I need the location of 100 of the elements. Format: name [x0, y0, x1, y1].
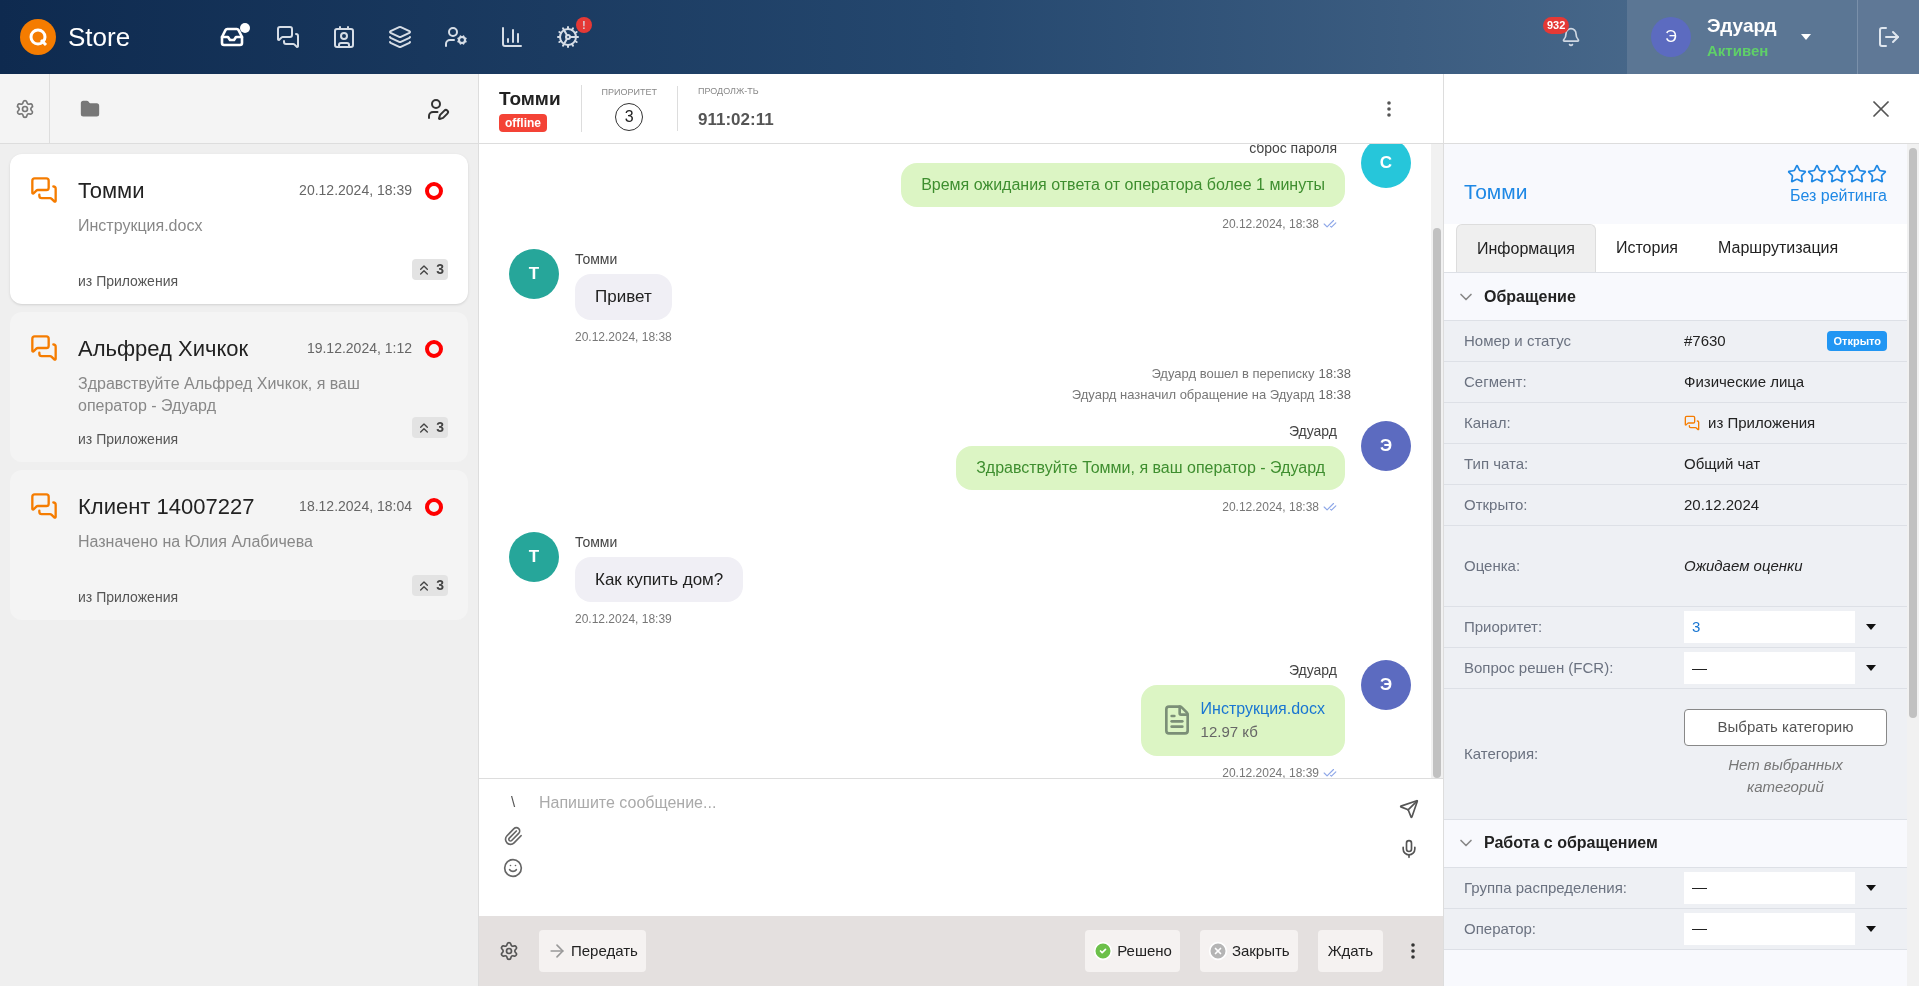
- user-menu[interactable]: Э Эдуард Активен: [1627, 0, 1857, 74]
- sender-avatar: С: [1361, 144, 1411, 188]
- microphone-icon[interactable]: [1399, 839, 1419, 859]
- rating-star[interactable]: [1847, 164, 1867, 184]
- chat-channel: из Приложения: [78, 272, 179, 291]
- duration-value: 911:02:11: [698, 108, 774, 131]
- rating-star[interactable]: [1807, 164, 1827, 184]
- chat-time: 18.12.2024, 18:04: [299, 497, 412, 516]
- dropdown-caret-icon: [1866, 884, 1876, 891]
- inbox-icon: [220, 25, 244, 49]
- folder-icon: [80, 98, 100, 119]
- resolved-button[interactable]: Решено: [1085, 930, 1180, 972]
- field-label: Группа распределения:: [1464, 878, 1627, 896]
- chat-bubbles-icon: [30, 492, 58, 520]
- bell-icon: [1561, 27, 1581, 47]
- field-value: Физические лица: [1684, 371, 1805, 392]
- message-time: 20.12.2024, 18:39: [575, 611, 672, 628]
- chat-time: 19.12.2024, 1:12: [306, 339, 412, 358]
- attach-icon[interactable]: [503, 825, 523, 846]
- field-label: Оценка:: [1464, 557, 1521, 574]
- chat-name: Клиент 14007227: [78, 493, 256, 521]
- priority-badge: 3: [412, 575, 448, 596]
- file-link[interactable]: Инструкция.docx: [1200, 697, 1325, 721]
- sender-avatar: Т: [509, 249, 559, 299]
- rating-star[interactable]: [1787, 164, 1807, 184]
- chat-name: Томми: [78, 177, 146, 205]
- rating-star[interactable]: [1827, 164, 1847, 184]
- message-bubble: Здравствуйте Томми, я ваш оператор - Эдуард: [956, 445, 1345, 490]
- status-ring-icon: [424, 496, 444, 517]
- sender-name: Томми: [575, 250, 618, 269]
- field-label: Открыто:: [1464, 496, 1528, 513]
- tab[interactable]: Маршрутизация: [1698, 224, 1859, 272]
- message-time: 20.12.2024, 18:38: [1222, 216, 1319, 233]
- message-time: 20.12.2024, 18:38: [575, 328, 672, 346]
- chat-card[interactable]: Альфред Хичкок 19.12.2024, 1:12 Здравствуйте Альфред Хичкок, я ваш оператор - Эдуард из Приложения 3: [10, 312, 468, 462]
- tab[interactable]: Информация: [1456, 224, 1596, 272]
- message-time: 20.12.2024, 18:38: [1222, 498, 1319, 516]
- brand-name: Store: [68, 20, 131, 54]
- chat-time: 20.12.2024, 18:39: [299, 181, 412, 200]
- logout-button[interactable]: [1857, 0, 1919, 74]
- select-field[interactable]: —: [1684, 652, 1887, 684]
- select-field[interactable]: —: [1684, 871, 1887, 904]
- user-name: Эдуард: [1707, 13, 1777, 38]
- logo-icon: [20, 19, 56, 55]
- chat-card[interactable]: Клиент 14007227 18.12.2024, 18:04 Назначено на Юлия Алабичева из Приложения 3: [10, 470, 468, 620]
- rating-star[interactable]: [1867, 164, 1887, 184]
- read-ticks-icon: [1323, 217, 1337, 231]
- chat-card[interactable]: Томми 20.12.2024, 18:39 Инструкция.docx из Приложения 3: [10, 154, 468, 304]
- priority-badge: 3: [412, 417, 448, 438]
- message-input[interactable]: Напишите сообщение...: [523, 791, 1399, 891]
- dropdown-caret-icon: [1866, 665, 1876, 671]
- field-value: Общий чат: [1684, 453, 1761, 474]
- chat-bubbles-icon: [30, 334, 58, 362]
- sender-avatar: Э: [1361, 660, 1411, 710]
- stats-icon: [500, 25, 524, 49]
- contacts-icon: [332, 25, 356, 49]
- message-time: 20.12.2024, 18:39: [1222, 764, 1319, 778]
- field-label: Приоритет:: [1464, 618, 1543, 635]
- field-label: Тип чата:: [1464, 455, 1529, 472]
- sender-name: Томми: [575, 532, 618, 552]
- field-value: 20.12.2024: [1684, 494, 1760, 515]
- chat-bubbles-icon: [30, 176, 58, 204]
- dropdown-caret-icon: [1866, 624, 1876, 630]
- select-field[interactable]: 3: [1684, 611, 1887, 643]
- field-label: Номер и статус: [1464, 332, 1571, 349]
- wait-button[interactable]: Ждать: [1317, 930, 1383, 972]
- message-bubble: Как купить дом?: [575, 556, 744, 602]
- sender-name: Эдуард: [1288, 421, 1337, 441]
- user-edit-icon: [426, 96, 450, 121]
- emoji-icon[interactable]: [503, 857, 523, 878]
- more-icon: [1411, 943, 1415, 959]
- field-label: Вопрос решен (FCR):: [1464, 659, 1614, 676]
- contact-name[interactable]: Томми: [1464, 176, 1528, 208]
- tab[interactable]: История: [1595, 224, 1698, 272]
- choose-category-button[interactable]: Выбрать категорию: [1684, 709, 1887, 746]
- scrollbar-thumb[interactable]: [1909, 148, 1917, 718]
- field-value: #7630: [1684, 330, 1726, 351]
- scrollbar-thumb[interactable]: [1433, 228, 1441, 778]
- select-field[interactable]: —: [1684, 912, 1887, 945]
- message-bubble: Время ожидания ответа от оператора более 1 минуты: [901, 163, 1345, 207]
- sender-avatar: Т: [509, 531, 559, 582]
- logout-icon: [1876, 25, 1901, 49]
- duration-label: ПРОДОЛЖ-ТЬ: [698, 85, 760, 98]
- presence-badge: offline: [499, 113, 547, 132]
- empty-category-note: Нет выбранных категорий: [1727, 754, 1844, 797]
- user-avatar: Э: [1651, 17, 1691, 57]
- transfer-button[interactable]: Передать: [539, 930, 646, 972]
- layers-icon: [388, 25, 412, 49]
- chat-name: Альфред Хичкок: [78, 335, 250, 363]
- send-icon[interactable]: [1399, 799, 1419, 819]
- settings-icon: [556, 25, 580, 49]
- close-chat-button[interactable]: Закрыть: [1199, 930, 1298, 972]
- event-time: 18:38: [1318, 386, 1351, 404]
- settings-icon[interactable]: [499, 941, 519, 961]
- notification-count: 932: [1543, 17, 1570, 34]
- chat-bubbles-icon: [1684, 415, 1700, 431]
- quick-reply-glyph[interactable]: \: [510, 791, 516, 814]
- field-label: Канал:: [1464, 414, 1511, 431]
- status-ring-icon: [424, 180, 444, 201]
- alert-badge: !: [576, 17, 592, 33]
